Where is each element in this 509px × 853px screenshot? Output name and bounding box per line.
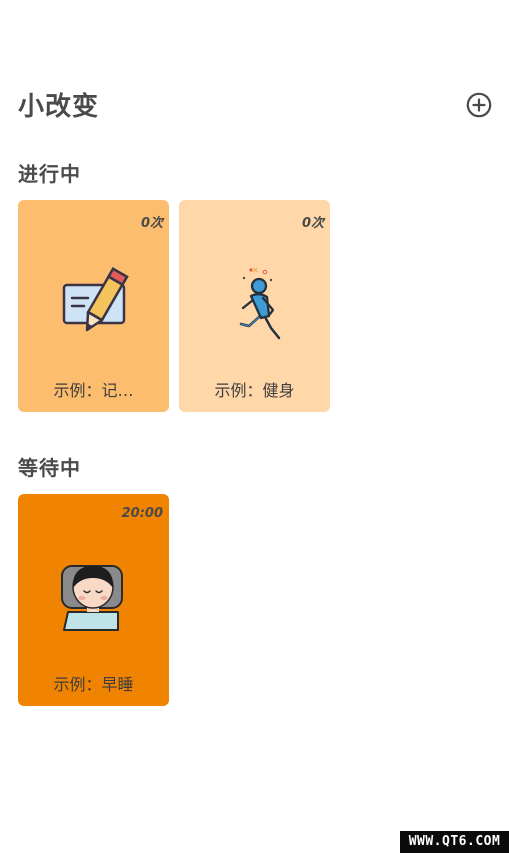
section-title-waiting: 等待中	[18, 456, 81, 480]
watermark: WWW.QT6.COM	[400, 831, 509, 853]
card-label: 示例：健身	[214, 381, 295, 400]
svg-text:✕: ✕	[252, 266, 259, 275]
habit-card-fitness[interactable]: 0次 ✕ 示例：健身	[179, 200, 330, 412]
habit-card-early-sleep[interactable]: 20:00 示例：早睡	[18, 494, 169, 706]
habit-card-journal[interactable]: 0次 示例：记…	[18, 200, 169, 412]
card-label: 示例：早睡	[53, 675, 134, 694]
plus-circle-icon[interactable]	[466, 92, 492, 118]
page-title: 小改变	[18, 92, 100, 122]
section-title-in-progress: 进行中	[18, 162, 81, 186]
card-label: 示例：记…	[53, 381, 134, 400]
